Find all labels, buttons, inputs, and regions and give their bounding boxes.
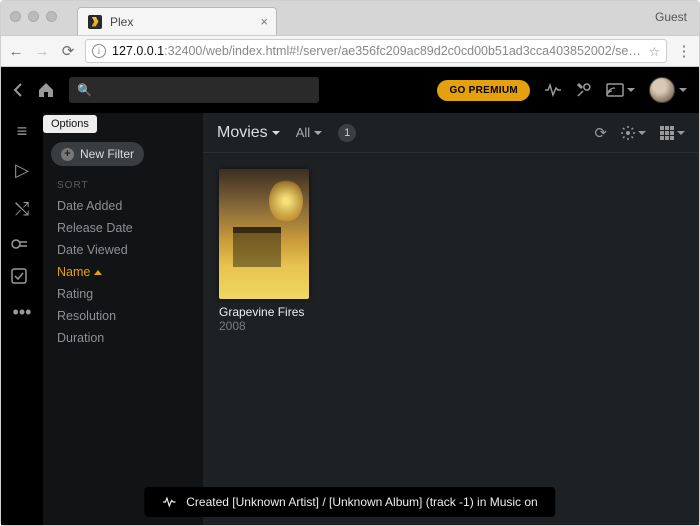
new-filter-button[interactable]: + New Filter bbox=[51, 142, 144, 166]
close-window-icon[interactable] bbox=[10, 11, 21, 22]
library-title: Movies bbox=[217, 124, 268, 142]
nav-rail: ≡ ▷ ⤭ ••• bbox=[1, 113, 43, 525]
record-rail-icon[interactable] bbox=[11, 238, 33, 250]
url-host: 127.0.0.1 bbox=[112, 44, 164, 58]
profile-label[interactable]: Guest bbox=[655, 10, 687, 24]
home-icon[interactable] bbox=[37, 82, 55, 98]
address-bar-row: ← → ⟳ i 127.0.0.1 :32400/web/index.html#… bbox=[1, 35, 699, 67]
options-chip[interactable]: Options bbox=[43, 115, 97, 133]
settings-icon[interactable] bbox=[621, 126, 646, 140]
movie-title[interactable]: Grapevine Fires bbox=[219, 305, 311, 319]
back-icon[interactable]: ← bbox=[7, 43, 25, 60]
menu-rail-icon[interactable]: ≡ bbox=[11, 121, 33, 142]
bookmark-icon[interactable]: ☆ bbox=[649, 44, 660, 59]
app-topbar: 🔍 GO PREMIUM bbox=[1, 67, 699, 113]
window-controls[interactable] bbox=[10, 11, 57, 22]
sort-header: SORT bbox=[43, 176, 203, 195]
toast-message: Created [Unknown Artist] / [Unknown Albu… bbox=[186, 495, 537, 509]
reload-icon[interactable]: ⟳ bbox=[59, 42, 77, 60]
sort-item-duration[interactable]: Duration bbox=[43, 327, 203, 349]
search-input[interactable]: 🔍 bbox=[69, 77, 319, 103]
tab-title: Plex bbox=[110, 15, 133, 29]
avatar bbox=[649, 77, 675, 103]
browser-tab[interactable]: Plex × bbox=[77, 7, 277, 35]
maximize-window-icon[interactable] bbox=[46, 11, 57, 22]
sort-item-release-date[interactable]: Release Date bbox=[43, 217, 203, 239]
search-icon: 🔍 bbox=[77, 83, 92, 97]
chevron-down-icon bbox=[677, 131, 685, 135]
chevron-down-icon bbox=[272, 131, 280, 135]
menu-icon[interactable]: ⋮ bbox=[675, 42, 693, 60]
new-filter-label: New Filter bbox=[80, 147, 134, 161]
items-grid: Grapevine Fires2008 bbox=[203, 153, 699, 349]
tab-strip: Plex × Guest bbox=[1, 1, 699, 35]
item-count: 1 bbox=[338, 124, 356, 142]
go-premium-button[interactable]: GO PREMIUM bbox=[437, 80, 530, 101]
activity-icon bbox=[162, 496, 176, 508]
sort-item-resolution[interactable]: Resolution bbox=[43, 305, 203, 327]
filter-label: All bbox=[296, 125, 310, 140]
back-app-icon[interactable] bbox=[13, 83, 23, 97]
play-rail-icon[interactable]: ▷ bbox=[11, 160, 33, 181]
shuffle-rail-icon[interactable]: ⤭ bbox=[11, 199, 33, 220]
plex-favicon-icon bbox=[88, 15, 102, 29]
plus-icon: + bbox=[61, 148, 74, 161]
sort-item-rating[interactable]: Rating bbox=[43, 283, 203, 305]
poster[interactable] bbox=[219, 169, 309, 299]
list-header: Movies All 1 ⟳ bbox=[203, 113, 699, 153]
plex-app: 🔍 GO PREMIUM ≡ ▷ ⤭ ••• Opt bbox=[1, 67, 699, 525]
chevron-down-icon bbox=[679, 88, 687, 92]
options-panel: Options + New Filter SORT Date AddedRele… bbox=[43, 113, 203, 525]
toast: Created [Unknown Artist] / [Unknown Albu… bbox=[144, 487, 555, 517]
sort-asc-icon bbox=[94, 270, 102, 275]
chevron-down-icon bbox=[638, 131, 646, 135]
address-bar[interactable]: i 127.0.0.1 :32400/web/index.html#!/serv… bbox=[85, 39, 667, 63]
movie-year: 2008 bbox=[219, 319, 311, 333]
sort-item-date-added[interactable]: Date Added bbox=[43, 195, 203, 217]
activity-icon[interactable] bbox=[544, 83, 562, 97]
grid-view-icon[interactable] bbox=[660, 126, 685, 140]
content: Movies All 1 ⟳ bbox=[203, 113, 699, 525]
more-rail-icon[interactable]: ••• bbox=[11, 302, 33, 323]
url-rest: :32400/web/index.html#!/server/ae356fc20… bbox=[164, 44, 641, 58]
check-rail-icon[interactable] bbox=[11, 268, 33, 284]
app-body: ≡ ▷ ⤭ ••• Options + New Filter SORT Date… bbox=[1, 113, 699, 525]
site-info-icon[interactable]: i bbox=[92, 44, 106, 58]
library-title-dropdown[interactable]: Movies bbox=[217, 124, 280, 142]
filter-dropdown[interactable]: All bbox=[296, 125, 322, 140]
minimize-window-icon[interactable] bbox=[28, 11, 39, 22]
movie-card[interactable]: Grapevine Fires2008 bbox=[219, 169, 311, 333]
tools-icon[interactable] bbox=[576, 82, 592, 98]
cast-icon[interactable] bbox=[606, 83, 635, 97]
forward-icon: → bbox=[33, 43, 51, 60]
user-menu[interactable] bbox=[649, 77, 687, 103]
refresh-icon[interactable]: ⟳ bbox=[594, 124, 607, 142]
close-tab-icon[interactable]: × bbox=[260, 14, 268, 29]
sort-item-date-viewed[interactable]: Date Viewed bbox=[43, 239, 203, 261]
chevron-down-icon bbox=[314, 131, 322, 135]
browser-window: Plex × Guest ← → ⟳ i 127.0.0.1 :32400/we… bbox=[0, 0, 700, 526]
sort-item-name[interactable]: Name bbox=[43, 261, 203, 283]
